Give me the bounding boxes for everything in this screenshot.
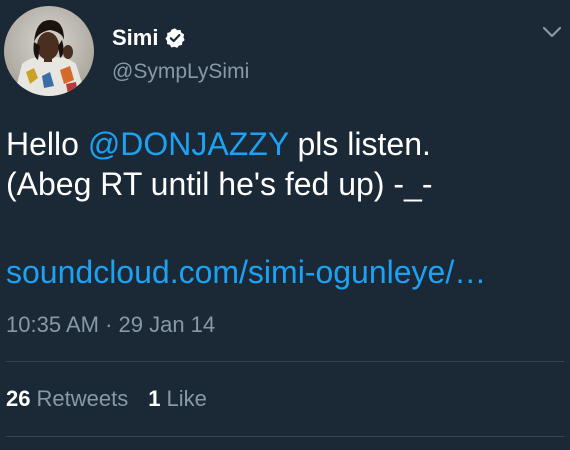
display-name[interactable]: Simi [112, 24, 158, 52]
tweet-text: Hello @DONJAZZY pls listen. (Abeg RT unt… [6, 124, 562, 204]
likes-count: 1 [148, 386, 161, 411]
divider [6, 361, 564, 362]
avatar[interactable] [4, 6, 94, 96]
tweet-text-line-2: (Abeg RT until he's fed up) -_- [6, 166, 433, 202]
user-handle[interactable]: @SympLySimi [112, 58, 249, 86]
likes-stat[interactable]: 1 Like [148, 384, 207, 414]
name-row: Simi [112, 24, 186, 52]
tweet-text-line-1: Hello @DONJAZZY pls listen. [6, 124, 562, 164]
tweet-text-prefix: Hello [6, 126, 88, 162]
divider [6, 436, 564, 437]
likes-label: Like [166, 386, 207, 411]
chevron-down-icon[interactable] [540, 22, 564, 42]
tweet-card: Simi @SympLySimi Hello @DONJAZZY pls lis… [0, 0, 570, 450]
verified-badge-icon [164, 27, 186, 49]
soundcloud-link[interactable]: soundcloud.com/simi-ogunleye/… [6, 254, 486, 290]
mention-link[interactable]: @DONJAZZY [88, 126, 289, 162]
tweet-header: Simi @SympLySimi [0, 0, 570, 110]
avatar-image [4, 6, 94, 96]
retweets-label: Retweets [36, 386, 129, 411]
tweet-timestamp[interactable]: 10:35 AM · 29 Jan 14 [6, 310, 215, 340]
retweets-stat[interactable]: 26 Retweets [6, 384, 128, 414]
tweet-stats: 26 Retweets 1 Like [6, 384, 207, 414]
tweet-text-after-mention: pls listen. [288, 126, 431, 162]
tweet-link-line: soundcloud.com/simi-ogunleye/… [6, 252, 486, 292]
retweets-count: 26 [6, 386, 31, 411]
